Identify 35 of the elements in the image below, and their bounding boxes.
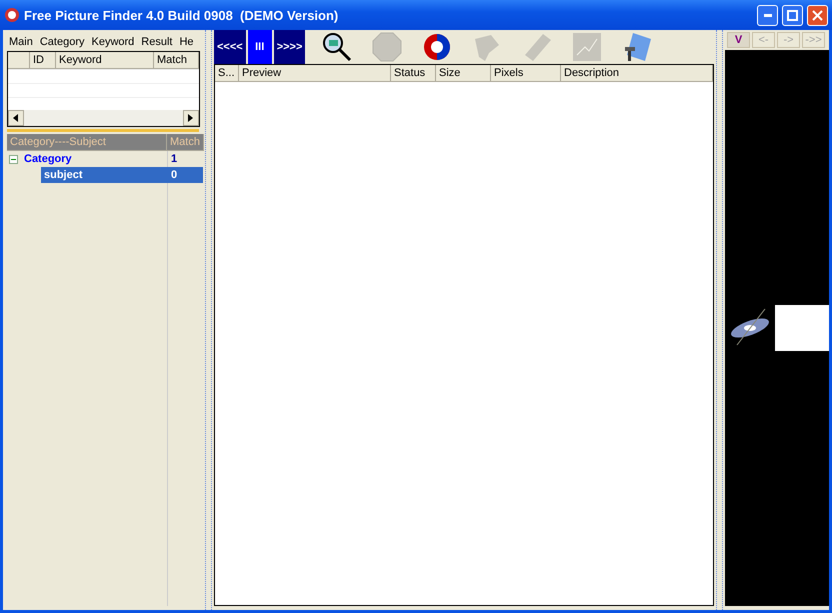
scroll-left-button[interactable] bbox=[8, 110, 24, 126]
close-icon bbox=[812, 10, 823, 20]
tree-item[interactable]: Category bbox=[21, 151, 167, 167]
column-header[interactable]: Preview bbox=[239, 65, 391, 82]
tab[interactable]: V bbox=[727, 32, 750, 48]
nav-button[interactable]: III bbox=[248, 30, 272, 64]
column-header[interactable]: Status bbox=[391, 65, 436, 82]
maximize-button[interactable] bbox=[782, 4, 803, 26]
scroll-right-button[interactable] bbox=[183, 110, 199, 126]
menu-item[interactable]: Result bbox=[141, 36, 172, 48]
collapse-icon[interactable] bbox=[9, 154, 18, 164]
match-count: 1 bbox=[170, 152, 178, 167]
menu-item[interactable]: He bbox=[179, 36, 194, 48]
minimize-button[interactable] bbox=[757, 4, 778, 26]
column-header[interactable]: Size bbox=[436, 65, 491, 82]
maximize-icon bbox=[787, 10, 798, 20]
match-count: 0 bbox=[167, 167, 203, 183]
left-arrow-icon bbox=[13, 114, 19, 122]
window-title: Free Picture Finder 4.0 Build 0908 (DEMO Version) bbox=[24, 8, 340, 22]
menu-item[interactable]: Keyword bbox=[91, 36, 134, 48]
minimize-icon bbox=[764, 14, 772, 16]
column-header[interactable]: Description bbox=[561, 65, 713, 82]
magnifier-icon[interactable] bbox=[321, 31, 354, 63]
menu-item[interactable]: Main bbox=[9, 36, 33, 48]
app-icon bbox=[4, 7, 20, 23]
splitter[interactable] bbox=[205, 30, 212, 610]
nav-button[interactable]: >>>> bbox=[274, 30, 306, 64]
column-header[interactable]: Pixels bbox=[491, 65, 561, 82]
nav-button[interactable]: <<<< bbox=[214, 30, 246, 64]
menu-item[interactable]: Category bbox=[40, 36, 84, 48]
tree-item[interactable]: subject bbox=[41, 167, 167, 183]
close-button[interactable] bbox=[807, 4, 828, 26]
column-header[interactable]: S... bbox=[215, 65, 239, 82]
right-arrow-icon bbox=[188, 114, 194, 122]
splitter[interactable] bbox=[716, 30, 723, 610]
